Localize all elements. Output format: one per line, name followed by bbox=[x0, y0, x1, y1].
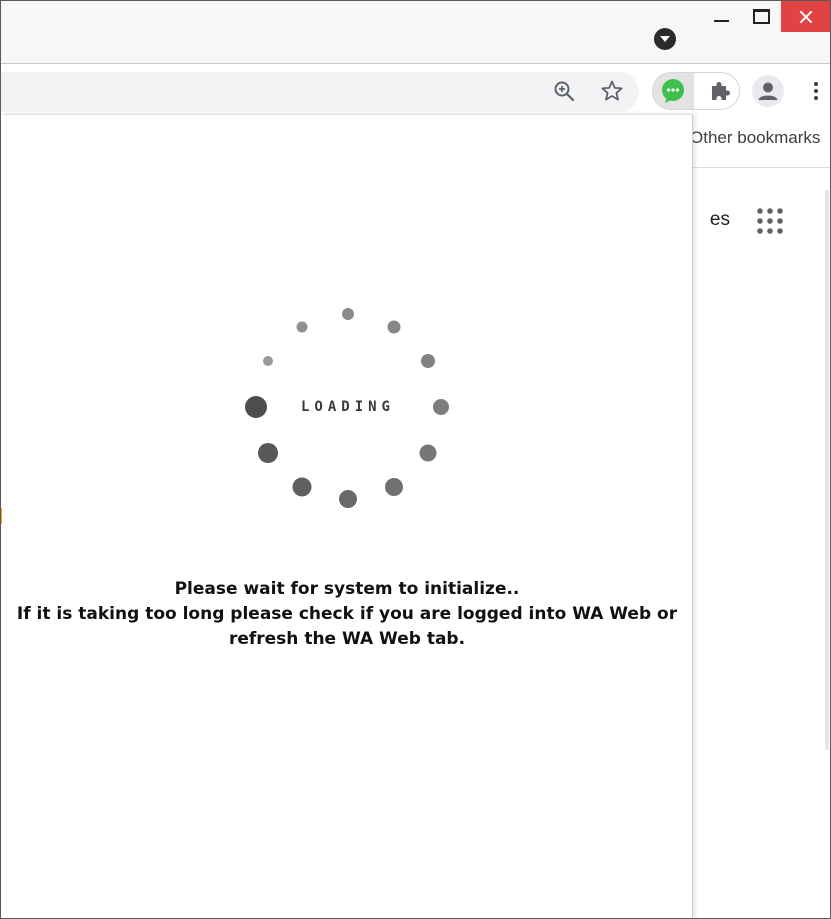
zoom-icon[interactable] bbox=[552, 79, 576, 103]
more-options-icon[interactable] bbox=[808, 79, 824, 103]
bookmarks-bar-divider bbox=[693, 167, 830, 168]
address-bar[interactable] bbox=[1, 72, 639, 112]
page-scrollbar[interactable] bbox=[825, 190, 829, 750]
loading-label: LOADING bbox=[300, 399, 395, 415]
minimize-button[interactable] bbox=[701, 0, 741, 32]
partial-page-link[interactable]: es bbox=[690, 209, 730, 231]
other-bookmarks-link[interactable]: Other bookmarks bbox=[690, 128, 820, 148]
extensions-puzzle-icon[interactable] bbox=[708, 79, 732, 103]
bookmark-star-icon[interactable] bbox=[600, 79, 624, 103]
chat-extension-icon[interactable] bbox=[660, 78, 686, 104]
person-icon bbox=[758, 82, 778, 100]
profile-avatar[interactable] bbox=[752, 75, 784, 107]
extension-popup: LOADING Please wait for system to initia… bbox=[2, 114, 693, 919]
message-line-1: Please wait for system to initialize.. bbox=[174, 579, 520, 599]
close-button[interactable] bbox=[781, 1, 830, 32]
tab-search-icon[interactable] bbox=[654, 28, 676, 50]
maximize-button[interactable] bbox=[741, 0, 781, 32]
status-message: Please wait for system to initialize.. I… bbox=[2, 577, 692, 652]
apps-grid-icon[interactable] bbox=[756, 207, 784, 235]
message-line-2: If it is taking too long please check if… bbox=[16, 604, 678, 649]
loading-spinner: LOADING bbox=[242, 305, 454, 517]
